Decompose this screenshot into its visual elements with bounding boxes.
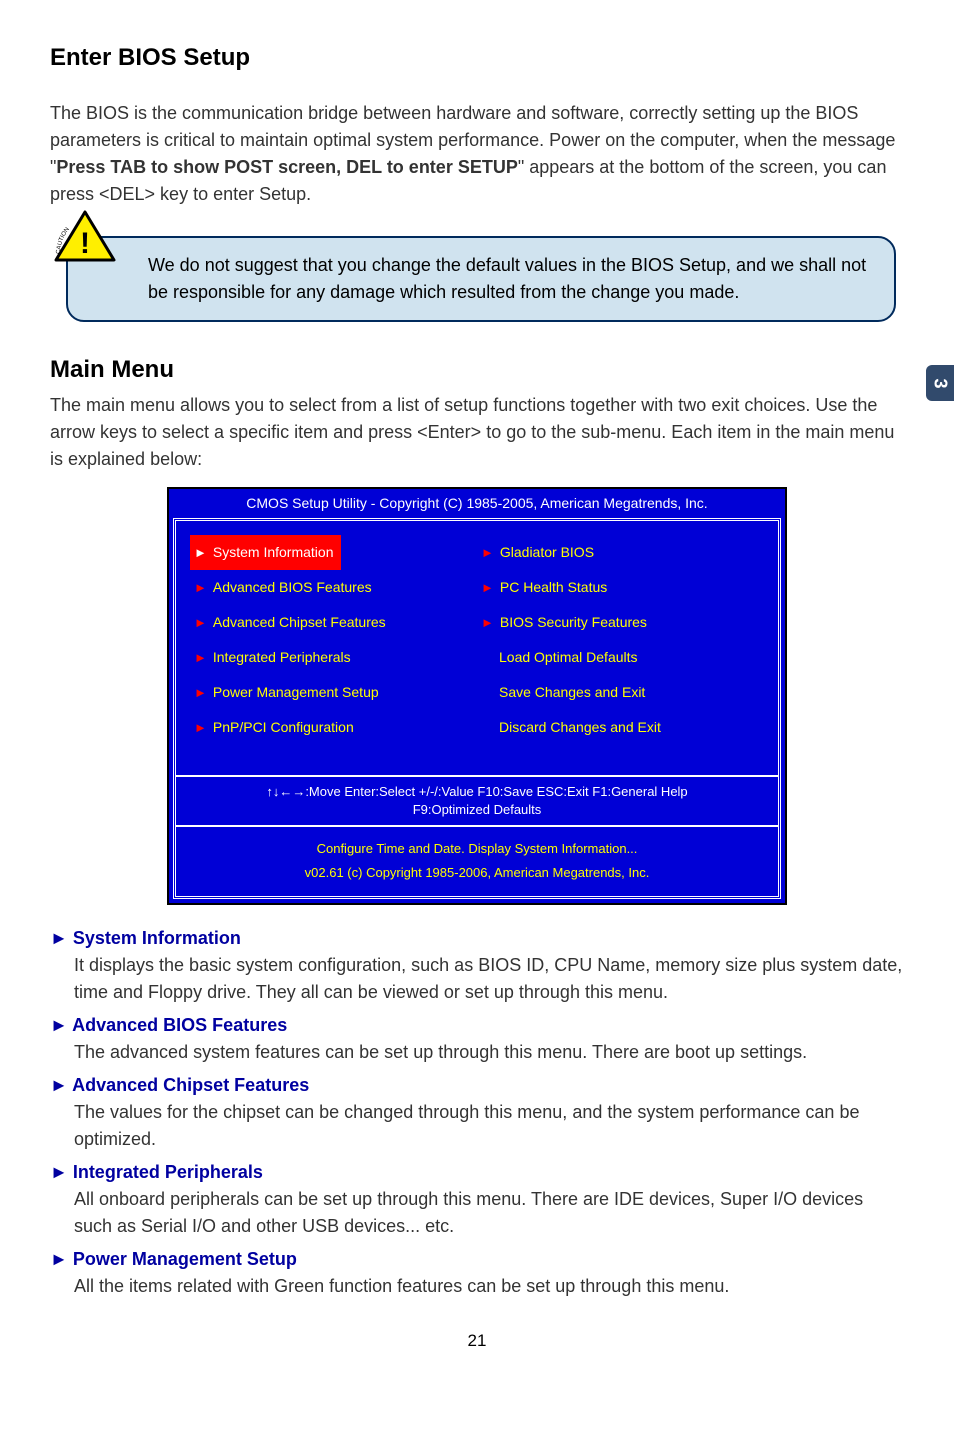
caution-icon: ! CAUTION xyxy=(54,210,116,262)
bios-left-column: ► System Information ► Advanced BIOS Featur… xyxy=(190,535,477,745)
svg-text:!: ! xyxy=(80,227,90,260)
menu-arrow-icon: ► xyxy=(481,543,494,563)
page-tab: 3 xyxy=(926,365,954,401)
bios-titlebar: CMOS Setup Utility - Copyright (C) 1985-… xyxy=(169,489,785,518)
bios-menu-item: Discard Changes and Exit xyxy=(477,710,764,745)
section-title-enter-bios: Enter BIOS Setup xyxy=(50,40,904,76)
menu-arrow-icon: ► xyxy=(194,683,207,703)
bios-menu-label: System Information xyxy=(213,542,334,563)
bios-menu-label: Save Changes and Exit xyxy=(499,682,645,703)
bios-menu-item: ► Advanced Chipset Features xyxy=(190,605,477,640)
bios-menu-label: Discard Changes and Exit xyxy=(499,717,661,738)
explain-body: The advanced system features can be set … xyxy=(50,1039,904,1066)
explain-title: ► System Information xyxy=(50,925,904,952)
main-menu-paragraph: The main menu allows you to select from … xyxy=(50,392,904,473)
bios-menu-label: Advanced Chipset Features xyxy=(213,612,386,633)
bios-footer: Configure Time and Date. Display System … xyxy=(176,827,778,896)
explain-body: All onboard peripherals can be set up th… xyxy=(50,1186,904,1240)
bios-menu-label: Gladiator BIOS xyxy=(500,542,594,563)
bios-menu-label: BIOS Security Features xyxy=(500,612,647,633)
bios-menu-item: Load Optimal Defaults xyxy=(477,640,764,675)
bios-menu-item: ► Advanced BIOS Features xyxy=(190,570,477,605)
caution-text: We do not suggest that you change the de… xyxy=(66,236,896,322)
bios-menu-item: Save Changes and Exit xyxy=(477,675,764,710)
explain-body: All the items related with Green functio… xyxy=(50,1273,904,1300)
bios-menu-item: ► Power Management Setup xyxy=(190,675,477,710)
bios-menu-label: PC Health Status xyxy=(500,577,607,598)
page-number: 21 xyxy=(50,1328,904,1354)
menu-arrow-icon: ► xyxy=(194,578,207,598)
bios-menu-item: ► Gladiator BIOS xyxy=(477,535,764,570)
explain-title: ► Integrated Peripherals xyxy=(50,1159,904,1186)
bios-menu-item: ► System Information xyxy=(190,535,341,570)
section-title-main-menu: Main Menu xyxy=(50,352,904,388)
menu-arrow-icon: ► xyxy=(194,543,207,563)
explain-body: The values for the chipset can be change… xyxy=(50,1099,904,1153)
bios-menu-label: Power Management Setup xyxy=(213,682,379,703)
menu-arrow-icon: ► xyxy=(481,613,494,633)
menu-arrow-icon: ► xyxy=(481,578,494,598)
bios-help-bar: ↑↓←→:Move Enter:Select +/-/:Value F10:Sa… xyxy=(176,775,778,827)
bios-menu-label: Load Optimal Defaults xyxy=(499,647,638,668)
explain-body: It displays the basic system configurati… xyxy=(50,952,904,1006)
explain-title: ► Advanced Chipset Features xyxy=(50,1072,904,1099)
bios-menu-item: ► Integrated Peripherals xyxy=(190,640,477,675)
bios-menu-item: ► PnP/PCI Configuration xyxy=(190,710,477,745)
explain-title: ► Power Management Setup xyxy=(50,1246,904,1273)
intro-paragraph: The BIOS is the communication bridge bet… xyxy=(50,100,904,208)
explanation-list: ► System InformationIt displays the basi… xyxy=(50,925,904,1300)
explain-title: ► Advanced BIOS Features xyxy=(50,1012,904,1039)
bios-menu-label: Advanced BIOS Features xyxy=(213,577,372,598)
caution-block: ! CAUTION We do not suggest that you cha… xyxy=(50,236,904,322)
bios-right-column: ► Gladiator BIOS ► PC Health Status ► BIOS Se… xyxy=(477,535,764,745)
bios-screenshot: CMOS Setup Utility - Copyright (C) 1985-… xyxy=(167,487,787,905)
bios-menu-label: Integrated Peripherals xyxy=(213,647,351,668)
menu-arrow-icon: ► xyxy=(194,613,207,633)
menu-arrow-icon: ► xyxy=(194,718,207,738)
bios-menu-label: PnP/PCI Configuration xyxy=(213,717,354,738)
bios-menu-item: ► BIOS Security Features xyxy=(477,605,764,640)
bios-menu-item: ► PC Health Status xyxy=(477,570,764,605)
menu-arrow-icon: ► xyxy=(194,648,207,668)
